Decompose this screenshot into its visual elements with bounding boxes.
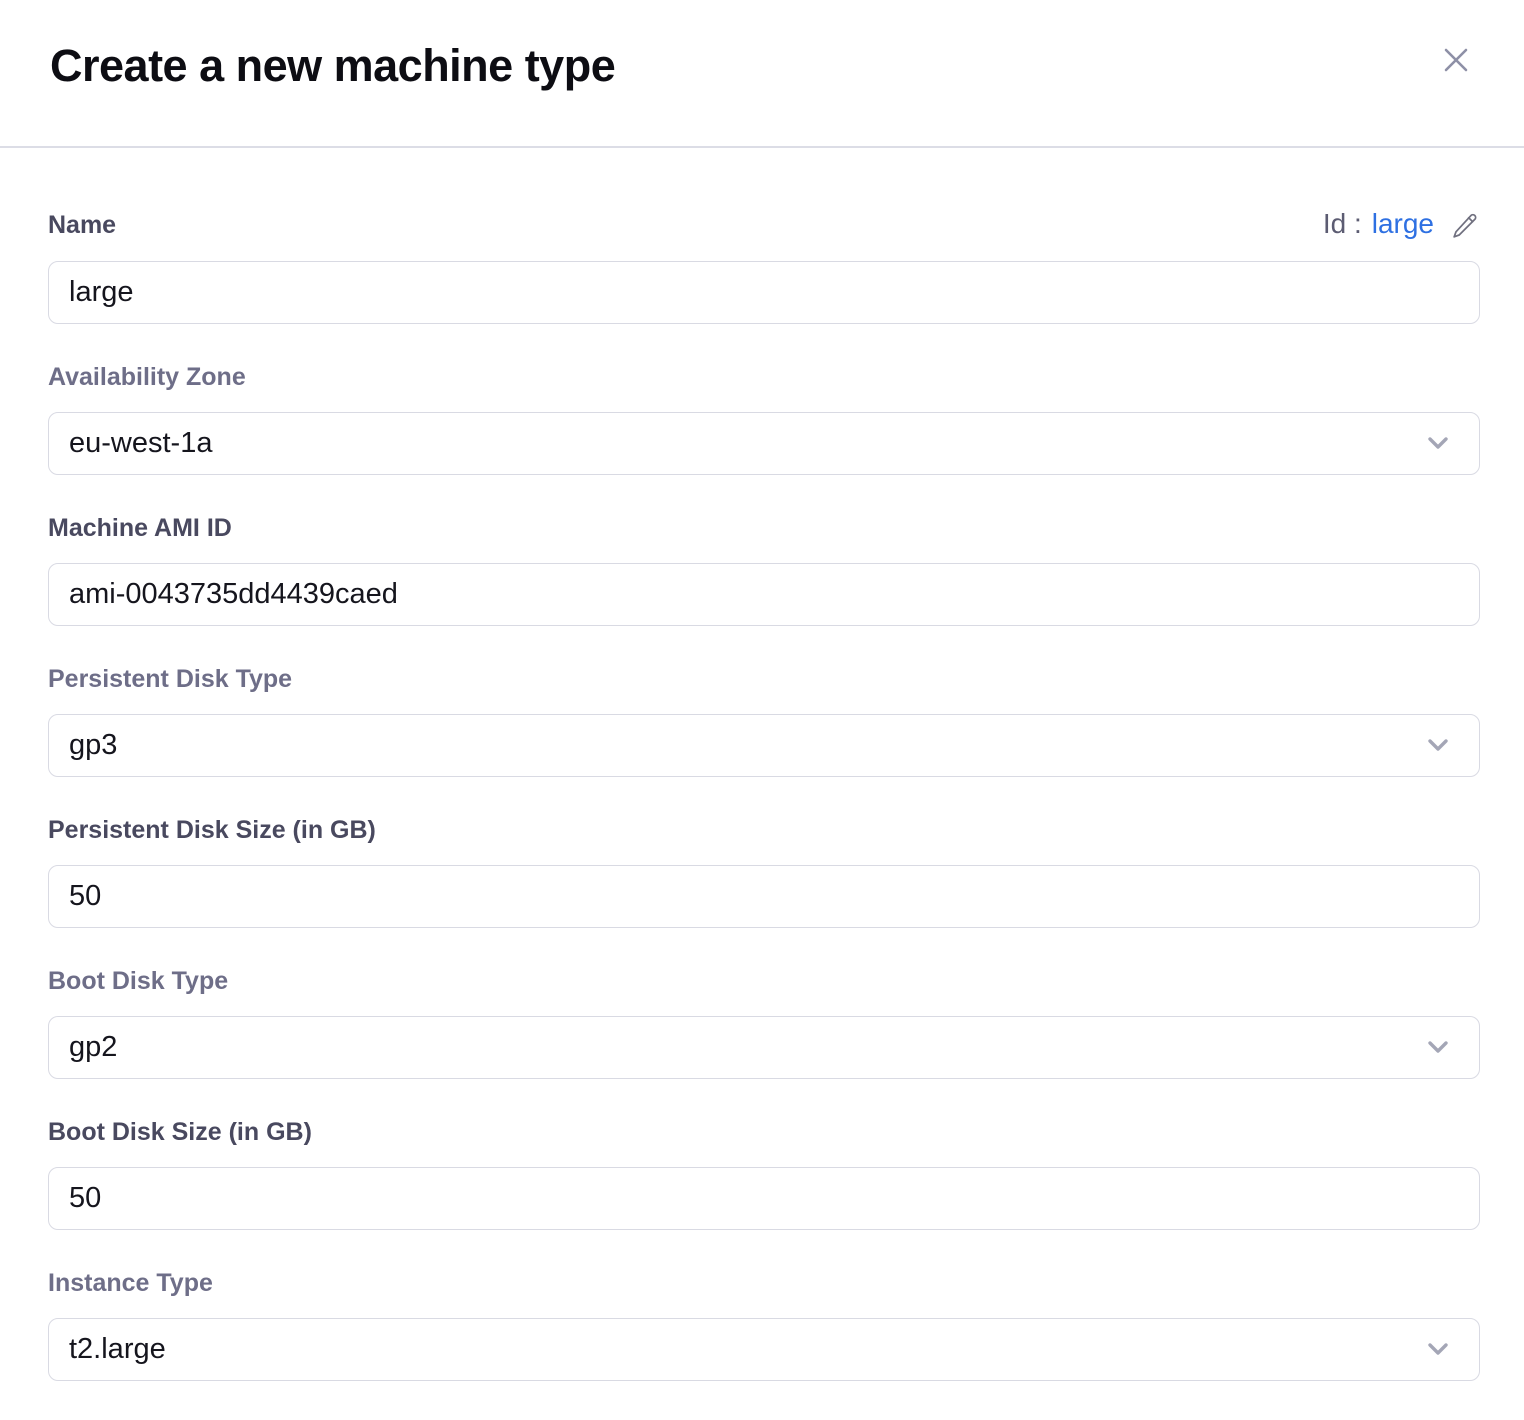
instance-type-label: Instance Type [48, 1269, 1480, 1297]
machine-ami-id-label: Machine AMI ID [48, 514, 1480, 542]
modal-title: Create a new machine type [50, 40, 615, 92]
id-prefix-text: Id : [1323, 208, 1362, 240]
chevron-down-icon [1423, 737, 1453, 755]
field-persistent-disk-size: Persistent Disk Size (in GB) [48, 816, 1480, 928]
instance-type-value: t2.large [69, 1333, 166, 1366]
persistent-disk-type-select[interactable]: gp3 [48, 714, 1480, 777]
pencil-icon[interactable] [1448, 211, 1480, 243]
field-availability-zone: Availability Zone eu-west-1a [48, 363, 1480, 475]
name-input[interactable] [48, 261, 1480, 324]
boot-disk-type-label: Boot Disk Type [48, 967, 1480, 995]
modal-body: Name Id : large Availability Zone [0, 148, 1524, 1420]
persistent-disk-type-value: gp3 [69, 729, 117, 762]
create-machine-type-modal: Create a new machine type Name Id : larg… [0, 0, 1524, 1418]
close-button[interactable] [1428, 32, 1484, 88]
boot-disk-size-label: Boot Disk Size (in GB) [48, 1118, 1480, 1146]
chevron-down-icon [1423, 435, 1453, 453]
boot-disk-size-input[interactable] [48, 1167, 1480, 1230]
field-instance-type: Instance Type t2.large [48, 1269, 1480, 1381]
modal-header: Create a new machine type [0, 0, 1524, 148]
field-machine-ami-id: Machine AMI ID [48, 514, 1480, 626]
machine-ami-id-input[interactable] [48, 563, 1480, 626]
availability-zone-select[interactable]: eu-west-1a [48, 412, 1480, 475]
close-icon [1436, 40, 1476, 80]
availability-zone-value: eu-west-1a [69, 427, 212, 460]
availability-zone-label: Availability Zone [48, 363, 1480, 391]
persistent-disk-type-label: Persistent Disk Type [48, 665, 1480, 693]
boot-disk-type-value: gp2 [69, 1031, 117, 1064]
persistent-disk-size-label: Persistent Disk Size (in GB) [48, 816, 1480, 844]
id-display: Id : large [1323, 208, 1480, 240]
boot-disk-type-select[interactable]: gp2 [48, 1016, 1480, 1079]
instance-type-select[interactable]: t2.large [48, 1318, 1480, 1381]
name-label: Name [48, 211, 116, 239]
field-name: Name Id : large [48, 208, 1480, 324]
chevron-down-icon [1423, 1039, 1453, 1057]
field-persistent-disk-type: Persistent Disk Type gp3 [48, 665, 1480, 777]
name-label-row: Name Id : large [48, 208, 1480, 240]
field-boot-disk-type: Boot Disk Type gp2 [48, 967, 1480, 1079]
chevron-down-icon [1423, 1341, 1453, 1359]
id-value-text: large [1372, 208, 1434, 240]
persistent-disk-size-input[interactable] [48, 865, 1480, 928]
field-boot-disk-size: Boot Disk Size (in GB) [48, 1118, 1480, 1230]
